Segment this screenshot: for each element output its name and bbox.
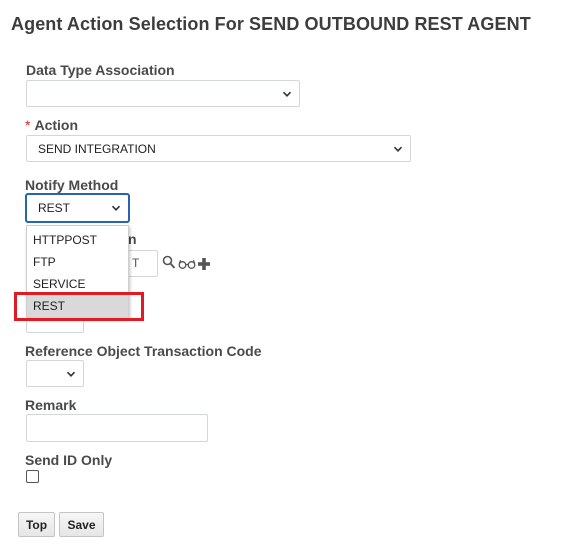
reference-object-transaction-code-label: Reference Object Transaction Code xyxy=(25,343,262,359)
hidden-field-label-fragment: n xyxy=(128,231,137,247)
send-id-only-checkbox[interactable] xyxy=(26,470,39,483)
action-label-text: Action xyxy=(34,117,79,133)
save-button[interactable]: Save xyxy=(59,512,104,537)
remark-input[interactable] xyxy=(26,414,208,442)
data-type-association-label: Data Type Association xyxy=(26,62,175,78)
notify-method-value: REST xyxy=(38,201,71,215)
action-value: SEND INTEGRATION xyxy=(38,141,156,156)
glasses-icon[interactable] xyxy=(178,258,196,270)
action-label: * Action xyxy=(25,117,78,133)
reference-object-transaction-code-select[interactable] xyxy=(26,360,84,387)
data-type-association-select[interactable] xyxy=(26,80,300,107)
remark-label: Remark xyxy=(25,397,77,413)
option-ftp[interactable]: FTP xyxy=(27,251,128,273)
chevron-down-icon xyxy=(393,146,403,152)
plus-icon[interactable] xyxy=(197,257,211,271)
chevron-down-icon xyxy=(111,205,121,211)
notify-method-select[interactable]: REST xyxy=(26,194,129,222)
required-marker: * xyxy=(25,117,31,133)
chevron-down-icon xyxy=(66,371,76,377)
page-title: Agent Action Selection For SEND OUTBOUND… xyxy=(11,14,531,34)
chevron-down-icon xyxy=(282,91,292,97)
agent-action-selection-page: Agent Action Selection For SEND OUTBOUND… xyxy=(0,0,585,544)
notify-method-label: Notify Method xyxy=(25,177,119,193)
highlight-annotation-box xyxy=(14,292,144,321)
send-id-only-label: Send ID Only xyxy=(25,452,113,468)
action-select[interactable]: SEND INTEGRATION xyxy=(26,135,411,162)
top-button[interactable]: Top xyxy=(18,512,55,537)
option-httppost[interactable]: HTTPPOST xyxy=(27,229,128,251)
magnifier-icon[interactable] xyxy=(162,255,176,271)
